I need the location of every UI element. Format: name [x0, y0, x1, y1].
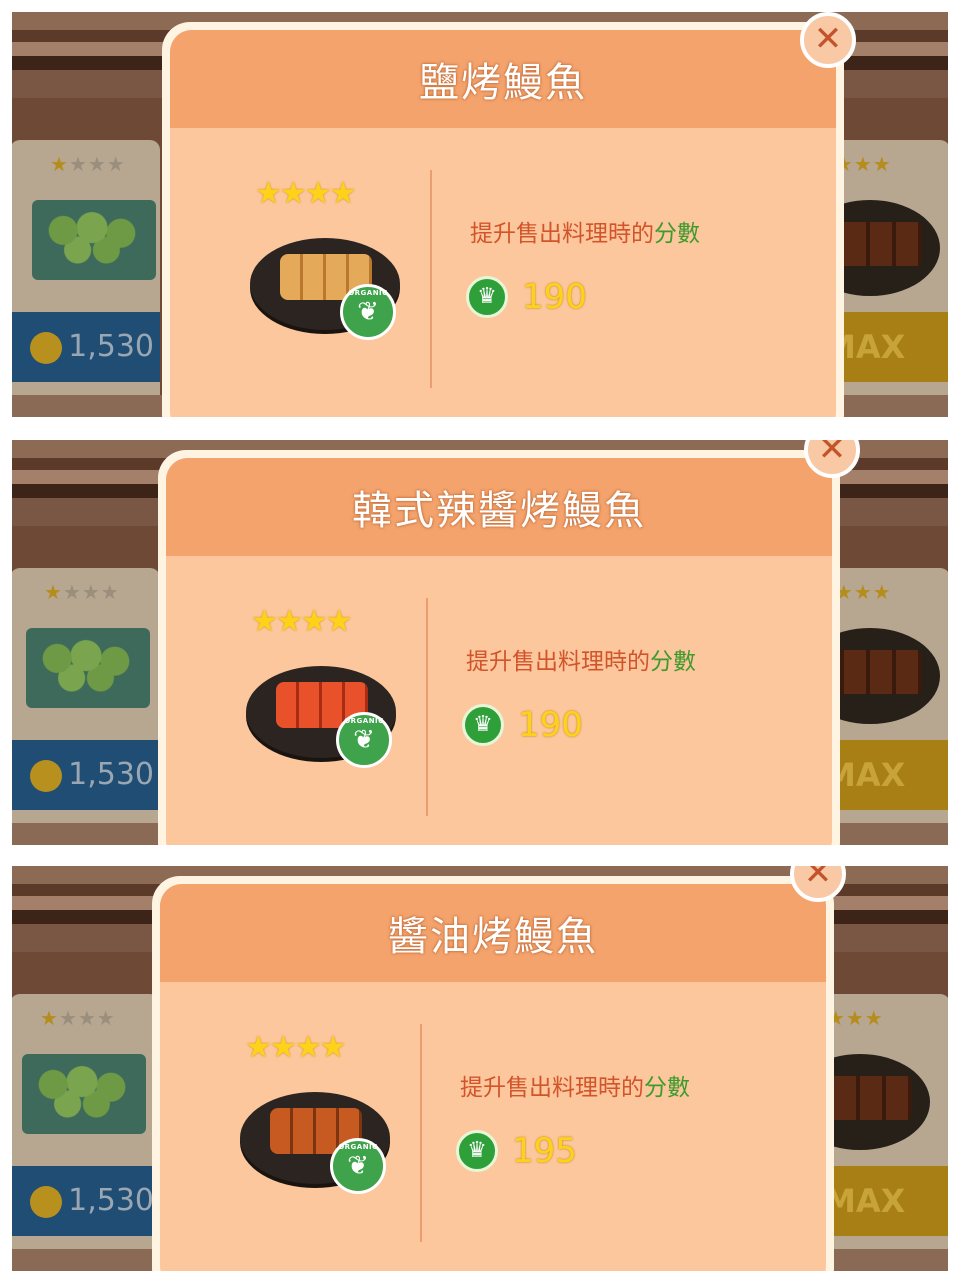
- background-price-button: 1,530: [12, 312, 160, 382]
- effect-highlight: 分數: [650, 649, 696, 675]
- coin-icon: [30, 760, 62, 792]
- close-button[interactable]: ✕: [800, 12, 856, 68]
- background-vegetable-crate-icon: [26, 628, 150, 708]
- background-star-rating: ★★★★: [50, 152, 126, 176]
- background-price-button: 1,530: [12, 740, 160, 810]
- score-value: 190: [518, 705, 583, 745]
- dish-info-modal: 醬油烤鰻魚 ★★★★ ORGANIC ❦ 提升售出料理時的分數 ♛ 195: [152, 876, 834, 1271]
- crown-icon: ♛: [456, 1130, 498, 1172]
- dish-info-modal: 鹽烤鰻魚 ★★★★ ORGANIC ❦ 提升售出料理時的分數 ♛ 190: [162, 22, 844, 417]
- dish-title: 鹽烤鰻魚: [419, 60, 587, 106]
- background-star-rating: ★★★★: [40, 1006, 116, 1030]
- organic-badge-icon: ORGANIC ❦: [340, 284, 396, 340]
- dish-info-panel-3: ★★★★ 1,530 ★★★★ MAX 醬油烤鰻魚 ★★★★ ORGANIC ❦…: [12, 866, 948, 1271]
- score-row: ♛ 190: [466, 276, 587, 318]
- effect-highlight: 分數: [644, 1075, 690, 1101]
- background-vegetable-crate-icon: [32, 200, 156, 280]
- score-value: 195: [512, 1131, 577, 1171]
- background-vegetable-crate-icon: [22, 1054, 146, 1134]
- coin-icon: [30, 1186, 62, 1218]
- crown-icon: ♛: [462, 704, 504, 746]
- dish-title: 醬油烤鰻魚: [388, 914, 598, 960]
- crown-icon: ♛: [466, 276, 508, 318]
- divider: [426, 598, 428, 816]
- effect-description: 提升售出料理時的分數: [470, 221, 700, 247]
- background-item-card-left: ★★★★ 1,530: [12, 994, 160, 1264]
- organic-badge-icon: ORGANIC ❦: [336, 712, 392, 768]
- dish-info-modal: 韓式辣醬烤鰻魚 ★★★★ ORGANIC ❦ 提升售出料理時的分數 ♛ 190: [158, 450, 840, 845]
- organic-badge-icon: ORGANIC ❦: [330, 1138, 386, 1194]
- background-star-rating: ★★★★: [44, 580, 120, 604]
- divider: [420, 1024, 422, 1242]
- score-value: 190: [522, 277, 587, 317]
- star-rating: ★★★★: [251, 604, 353, 639]
- modal-header: 韓式辣醬烤鰻魚: [166, 458, 832, 556]
- star-rating: ★★★★: [245, 1030, 347, 1065]
- effect-description: 提升售出料理時的分數: [466, 649, 696, 675]
- divider: [430, 170, 432, 388]
- modal-header: 醬油烤鰻魚: [160, 884, 826, 982]
- score-row: ♛ 190: [462, 704, 583, 746]
- background-price-button: 1,530: [12, 1166, 160, 1236]
- effect-highlight: 分數: [654, 221, 700, 247]
- star-rating: ★★★★: [255, 176, 357, 211]
- score-row: ♛ 195: [456, 1130, 577, 1172]
- effect-description: 提升售出料理時的分數: [460, 1075, 690, 1101]
- coin-icon: [30, 332, 62, 364]
- dish-info-panel-2: ★★★★ 1,530 ★★★★ MAX 韓式辣醬烤鰻魚 ★★★★ ORGANIC…: [12, 440, 948, 845]
- background-item-card-left: ★★★★ 1,530: [12, 140, 160, 410]
- background-item-card-left: ★★★★ 1,530: [12, 568, 160, 838]
- dish-title: 韓式辣醬烤鰻魚: [352, 488, 646, 534]
- modal-header: 鹽烤鰻魚: [170, 30, 836, 128]
- dish-info-panel-1: ★★★★ 1,530 ★★★★ MAX 鹽烤鰻魚 ★★★★ ORGANIC ❦ …: [12, 12, 948, 417]
